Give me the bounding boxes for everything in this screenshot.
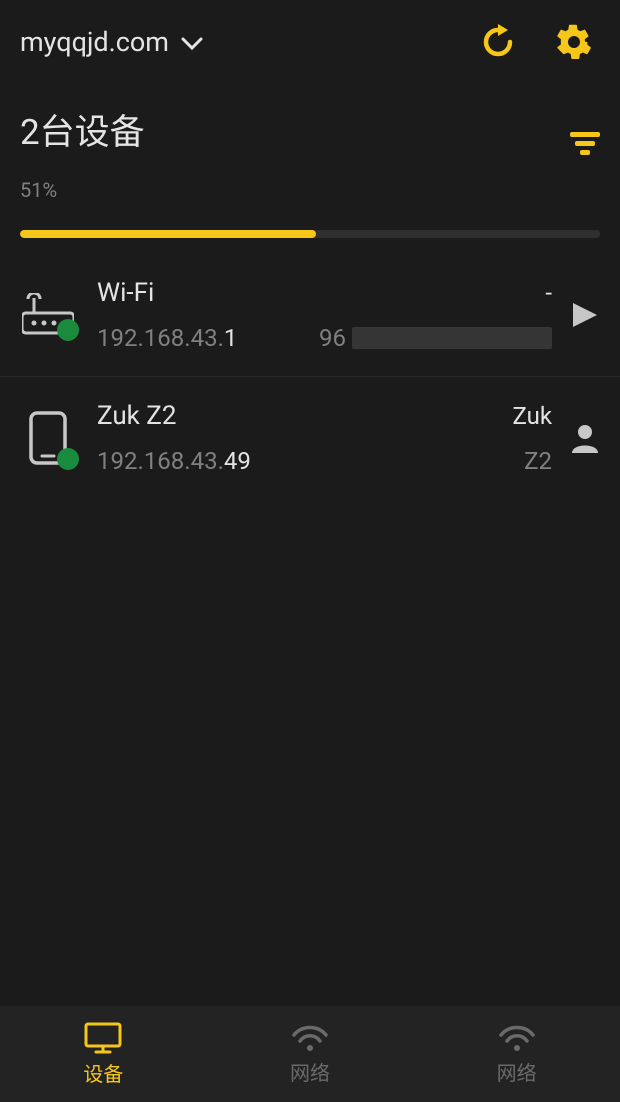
- wifi-icon: [497, 1023, 537, 1053]
- flag-icon: [570, 300, 600, 330]
- device-summary: 2台设备 51%: [0, 80, 620, 238]
- header: myqqjd.com: [0, 0, 620, 80]
- refresh-button[interactable]: [480, 24, 516, 60]
- status-dot-online: [57, 319, 79, 341]
- nav-tab-network-1[interactable]: 网络: [207, 1006, 414, 1102]
- device-count: 2台设备: [20, 104, 145, 155]
- filter-button[interactable]: [570, 132, 600, 160]
- settings-button[interactable]: [556, 24, 592, 60]
- device-ip: 192.168.43.49: [97, 447, 251, 475]
- gear-icon: [556, 24, 592, 60]
- device-name: Zuk Z2: [97, 401, 177, 431]
- router-icon: [20, 293, 75, 337]
- mac-censored: [352, 327, 552, 349]
- chevron-down-icon: [181, 26, 203, 58]
- nav-label: 网络: [497, 1057, 537, 1086]
- device-ip: 192.168.43.1: [97, 324, 237, 352]
- device-list: Wi-Fi - 192.168.43.1 96: [0, 254, 620, 499]
- scan-progress-bar: [20, 230, 600, 238]
- scan-progress-text: 51%: [20, 178, 600, 202]
- device-vendor: -: [545, 279, 552, 307]
- device-name: Wi-Fi: [97, 278, 154, 308]
- header-actions: [480, 24, 600, 60]
- device-action-user[interactable]: [570, 423, 600, 453]
- wifi-icon: [290, 1023, 330, 1053]
- bottom-nav: 设备 网络 网络: [0, 1006, 620, 1102]
- refresh-icon: [480, 24, 516, 60]
- device-model: Z2: [524, 447, 552, 475]
- nav-tab-devices[interactable]: 设备: [0, 1006, 207, 1102]
- nav-tab-network-2[interactable]: 网络: [413, 1006, 620, 1102]
- user-icon: [570, 423, 600, 453]
- filter-icon: [570, 132, 600, 156]
- device-item-router[interactable]: Wi-Fi - 192.168.43.1 96: [0, 254, 620, 377]
- device-item-phone[interactable]: Zuk Z2 Zuk 192.168.43.49 Z2: [0, 377, 620, 499]
- phone-icon: [20, 410, 75, 466]
- device-vendor: Zuk: [512, 402, 552, 430]
- network-name: myqqjd.com: [20, 26, 169, 58]
- nav-label: 设备: [83, 1058, 123, 1087]
- device-action-flag[interactable]: [570, 300, 600, 330]
- monitor-icon: [84, 1022, 122, 1054]
- nav-label: 网络: [290, 1057, 330, 1086]
- status-dot-online: [57, 448, 79, 470]
- network-dropdown[interactable]: myqqjd.com: [20, 26, 480, 58]
- device-mac: 96: [319, 324, 552, 352]
- scan-progress-fill: [20, 230, 316, 238]
